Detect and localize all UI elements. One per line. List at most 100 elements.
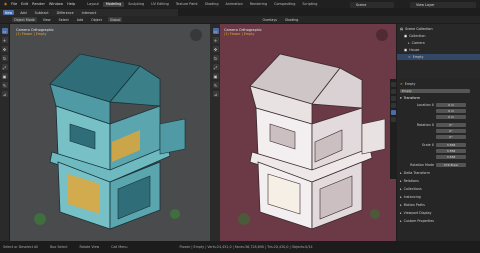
menu-help[interactable]: Help <box>66 2 76 6</box>
tab-animation[interactable]: Animation <box>222 2 245 7</box>
transform-orientation-dropdown[interactable]: Global <box>107 17 123 22</box>
section-custom-properties[interactable]: ▸ Custom Properties <box>397 218 480 224</box>
section-label: Relations <box>403 179 419 183</box>
object-name-field[interactable]: Empty <box>400 88 470 94</box>
menu-edit[interactable]: Edit <box>20 2 29 6</box>
status-select: Select or Deselect All <box>3 245 39 249</box>
status-bar: Select or Deselect All Box Select Rotate… <box>0 241 480 253</box>
outliner-root[interactable]: ▤ Scene Collection <box>397 26 480 32</box>
status-rotate: Rotate View <box>79 245 100 249</box>
tab-sculpting[interactable]: Sculpting <box>125 2 147 7</box>
scene-selector[interactable]: Scene <box>350 1 394 8</box>
view-layer-selector[interactable]: View Layer <box>410 1 476 8</box>
scene-tab-icon[interactable] <box>391 103 396 108</box>
cursor-tool-2-icon[interactable]: + <box>212 37 219 43</box>
select-box-tool-icon[interactable]: ▭ <box>1 28 8 34</box>
location-z-row: 0 m <box>397 114 480 120</box>
overlays-button[interactable]: Overlays <box>260 17 279 22</box>
tab-rendering[interactable]: Rendering <box>247 2 270 7</box>
properties-panel: ✕ Empty Empty ▾ Transform Location X 0 m… <box>397 79 480 241</box>
scale-tool-2-icon[interactable]: ⤢ <box>212 64 219 70</box>
scale-tool-icon[interactable]: ⤢ <box>1 64 8 70</box>
section-label: Collections <box>403 187 422 191</box>
rotation-mode-dropdown[interactable]: XYZ Euler <box>436 162 466 168</box>
mode-intersect-button[interactable]: Intersect <box>80 10 99 15</box>
mode-difference-button[interactable]: Difference <box>55 10 76 15</box>
tab-texture-paint[interactable]: Texture Paint <box>173 2 201 7</box>
viewport-header: Object Mode View Select Add Object Globa… <box>0 16 480 23</box>
object-tab-icon[interactable] <box>391 110 396 115</box>
menu-object[interactable]: Object <box>89 17 104 22</box>
menu-render[interactable]: Render <box>31 2 46 6</box>
rotate-tool-icon[interactable]: ↻ <box>1 55 8 61</box>
rotation-y-field[interactable]: 0° <box>436 128 466 134</box>
collection-icon: ▣ <box>404 34 408 38</box>
tab-scripting[interactable]: Scripting <box>299 2 320 7</box>
measure-tool-2-icon[interactable]: ⊿ <box>212 91 219 97</box>
tab-layout[interactable]: Layout <box>84 2 102 7</box>
outliner-panel: ▤ Scene Collection ▣ Collection ▸ Camera… <box>397 24 480 79</box>
outliner-root-label: Scene Collection <box>405 27 433 31</box>
transform-header[interactable]: ▾ Transform <box>397 95 480 101</box>
render-tab-icon[interactable] <box>391 89 396 94</box>
viewport-left[interactable]: Camera Orthographic (1) Flower | Empty <box>10 24 210 241</box>
annotate-tool-icon[interactable]: ✎ <box>1 82 8 88</box>
section-instancing[interactable]: ▸ Instancing <box>397 194 480 200</box>
move-tool-icon[interactable]: ✥ <box>1 46 8 52</box>
mode-new-button[interactable]: New <box>3 10 15 15</box>
transform-tool-icon[interactable]: ▣ <box>1 73 8 79</box>
viewport-right[interactable]: Camera Orthographic (1) Flower | Empty <box>220 24 396 241</box>
move-tool-2-icon[interactable]: ✥ <box>212 46 219 52</box>
scale-y-field[interactable]: 3.558 <box>436 148 466 154</box>
scale-x-field[interactable]: 3.558 <box>436 142 466 148</box>
scale-label: Scale X <box>421 143 434 147</box>
rotation-mode-label: Rotation Mode <box>410 163 434 167</box>
mode-add-button[interactable]: Add <box>18 10 28 15</box>
section-collections[interactable]: ▸ Collections <box>397 186 480 192</box>
shading-button[interactable]: Shading <box>283 17 300 22</box>
rotation-z-field[interactable]: 0° <box>436 134 466 140</box>
outliner-item-label: Camera <box>411 41 425 45</box>
object-mode-dropdown[interactable]: Object Mode <box>12 17 37 22</box>
section-motion-paths[interactable]: ▸ Motion Paths <box>397 202 480 208</box>
menu-select[interactable]: Select <box>57 17 71 22</box>
location-y-field[interactable]: 0 m <box>436 108 466 114</box>
select-box-tool-2-icon[interactable]: ▭ <box>212 28 219 34</box>
empty-object-icon: ✕ <box>400 82 403 86</box>
collection-icon: ▣ <box>404 48 408 52</box>
blender-logo-icon[interactable]: ◉ <box>3 2 8 6</box>
constraints-tab-icon[interactable] <box>391 117 396 122</box>
tab-uv-editing[interactable]: UV Editing <box>148 2 172 7</box>
outliner-item-collection[interactable]: ▣ Collection <box>397 33 480 39</box>
section-delta-transform[interactable]: ▸ Delta Transform <box>397 170 480 176</box>
section-label: Motion Paths <box>403 203 425 207</box>
scale-z-field[interactable]: 3.558 <box>436 154 466 160</box>
outliner-item-empty[interactable]: ✕ Empty <box>397 54 480 60</box>
transform-tool-2-icon[interactable]: ▣ <box>212 73 219 79</box>
location-z-field[interactable]: 0 m <box>436 114 466 120</box>
outliner-item-camera[interactable]: ▸ Camera <box>397 40 480 46</box>
menu-view[interactable]: View <box>41 17 53 22</box>
output-tab-icon[interactable] <box>391 96 396 101</box>
menu-file[interactable]: File <box>10 2 18 6</box>
tab-shading[interactable]: Shading <box>202 2 222 7</box>
menu-add[interactable]: Add <box>75 17 85 22</box>
measure-tool-icon[interactable]: ⊿ <box>1 91 8 97</box>
rotate-tool-2-icon[interactable]: ↻ <box>212 55 219 61</box>
tool-tab-icon[interactable] <box>391 82 396 87</box>
mode-subtract-button[interactable]: Subtract <box>33 10 51 15</box>
rotation-z-row: 0° <box>397 134 480 140</box>
location-x-field[interactable]: 0 m <box>436 102 466 108</box>
annotate-tool-2-icon[interactable]: ✎ <box>212 82 219 88</box>
tab-modeling[interactable]: Modeling <box>102 1 125 7</box>
location-label: Location X <box>416 103 434 107</box>
cursor-tool-icon[interactable]: + <box>1 37 8 43</box>
rotation-x-field[interactable]: 0° <box>436 122 466 128</box>
top-bar: ◉ File Edit Render Window Help Layout Mo… <box>0 0 480 8</box>
section-viewport-display[interactable]: ▸ Viewport Display <box>397 210 480 216</box>
menu-window[interactable]: Window <box>48 2 64 6</box>
section-relations[interactable]: ▸ Relations <box>397 178 480 184</box>
outliner-item-house[interactable]: ▣ House <box>397 47 480 53</box>
empty-icon: ✕ <box>408 55 411 59</box>
tab-compositing[interactable]: Compositing <box>271 2 298 7</box>
